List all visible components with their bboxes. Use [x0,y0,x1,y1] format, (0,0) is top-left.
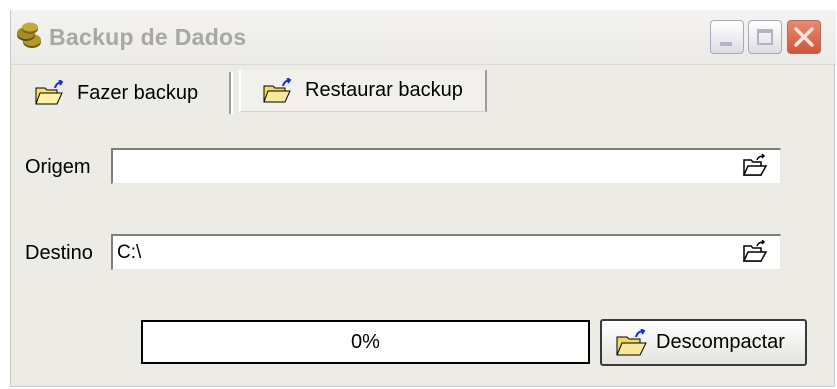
open-folder-icon [616,327,648,357]
progress-text: 0% [351,330,380,353]
open-folder-icon [742,240,768,262]
origem-input[interactable] [113,150,780,183]
backup-window: Backup de Dados Fazer backup Restaurar b… [10,10,836,387]
close-icon [794,27,814,47]
decompress-button[interactable]: Descompactar [600,319,807,366]
minimize-icon [720,42,732,46]
tab-restaurar-backup-label: Restaurar backup [305,79,463,101]
maximize-button[interactable] [748,20,782,54]
open-folder-icon [742,154,768,176]
tab-fazer-backup-label: Fazer backup [77,81,199,104]
open-folder-arrow-icon [35,79,65,106]
destino-field-box [111,234,781,270]
origem-label: Origem [25,156,91,178]
minimize-button[interactable] [710,20,744,54]
destino-input[interactable] [113,236,780,269]
origem-field-box [111,148,781,184]
progress-bar: 0% [141,320,590,364]
decompress-button-label: Descompactar [656,331,785,353]
window-title: Backup de Dados [49,24,247,50]
coins-icon [15,22,43,50]
close-button[interactable] [787,20,821,54]
destino-browse-button[interactable] [736,236,774,268]
tab-separator [229,72,233,114]
title-bar[interactable]: Backup de Dados [11,10,836,65]
maximize-icon [757,29,773,45]
tab-restaurar-backup[interactable]: Restaurar backup [239,70,487,112]
origem-browse-button[interactable] [736,150,774,182]
tab-fazer-backup[interactable]: Fazer backup [13,72,225,114]
open-folder-arrow-icon [263,76,293,104]
destino-label: Destino [25,242,93,264]
